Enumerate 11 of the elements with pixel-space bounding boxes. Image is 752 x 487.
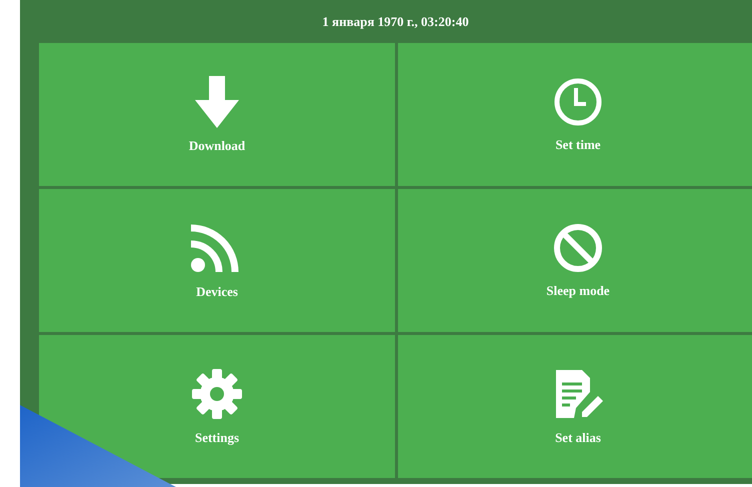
date-time: 1 января 1970 г., 03:20:40 <box>322 14 469 30</box>
clock-icon <box>553 76 603 126</box>
menu-tile[interactable]: Sleep mode <box>398 189 752 332</box>
menu-tile[interactable]: Settings <box>39 335 395 478</box>
down-arrow-icon <box>192 76 242 128</box>
menu-tile[interactable]: Set time <box>398 43 752 186</box>
no-entry-icon <box>553 222 603 272</box>
menu-tile[interactable]: Set alias <box>398 335 752 478</box>
menu-tile[interactable]: Download <box>39 43 395 186</box>
menu-tile[interactable]: Devices <box>39 189 395 332</box>
gear-icon <box>191 368 243 420</box>
